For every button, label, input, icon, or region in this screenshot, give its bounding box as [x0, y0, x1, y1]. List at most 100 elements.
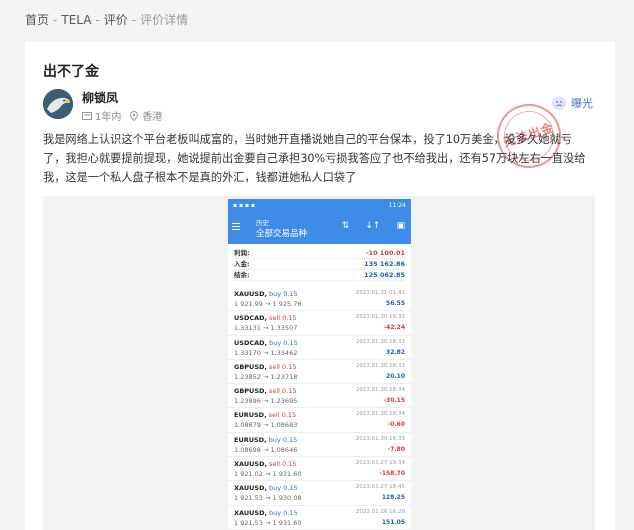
- filter-icon: ⇅: [341, 221, 350, 231]
- trade-prices: 1 921.99 → 1 925.76: [234, 300, 302, 308]
- trade-row: XAUUSD, sell 0.15 1 921.02 → 1 931.60 2023…: [228, 457, 411, 482]
- trade-time: 2023.01.30 16:33: [355, 338, 405, 345]
- trade-lot: 0.15: [283, 338, 298, 347]
- trade-symbol: XAUUSD,: [234, 484, 267, 493]
- trade-prices: 1.08698 → 1.08646: [234, 445, 298, 454]
- post-meta: 1年内 香港: [82, 108, 162, 123]
- summary-row: 利润: -10 100.01: [234, 248, 405, 259]
- trade-time: 2023.01.26 16:26: [355, 508, 405, 515]
- trade-row: XAUUSD, buy 0.15 1 921.99 → 1 925.76 2023.…: [228, 287, 411, 312]
- trade-profit: -7.80: [387, 445, 405, 453]
- trade-prices: 1.08679 → 1.08683: [234, 421, 298, 430]
- avatar[interactable]: [43, 89, 73, 119]
- trade-lot: 0.15: [282, 460, 297, 469]
- trade-prices: 1 921.53 → 1 931.60: [234, 518, 302, 527]
- trade-symbol: XAUUSD,: [234, 290, 267, 298]
- trade-profit: -158.70: [379, 470, 405, 478]
- breadcrumb-home[interactable]: 首页: [25, 13, 49, 27]
- eagle-avatar-icon: [43, 89, 73, 119]
- review-card: 出不了金 柳锁凤 1年内 香港 曝光 无法出金 我是网络上认识这个平台老板叫成富…: [25, 42, 615, 530]
- breadcrumb-current: 评价详情: [140, 13, 189, 27]
- id-card-icon: [82, 111, 92, 120]
- trade-history-screenshot: ▪ ▪ ▪ ▪ 11:24 历史 全部交易品种 ⇅ ↓↑ ▣ 利润: -10 10…: [228, 199, 411, 530]
- breadcrumb-brand[interactable]: TELA: [61, 13, 91, 27]
- breadcrumb-separator: -: [131, 13, 137, 27]
- trade-lot: 0.15: [283, 290, 298, 298]
- breadcrumb-separator: -: [95, 13, 100, 27]
- evidence-image[interactable]: ▪ ▪ ▪ ▪ 11:24 历史 全部交易品种 ⇅ ↓↑ ▣ 利润: -10 10…: [43, 196, 595, 530]
- trade-prices: 1.33170 → 1.33462: [234, 348, 298, 357]
- trade-side: sell: [268, 362, 280, 371]
- breadcrumb: 首页 - TELA - 评价 - 评价详情: [25, 11, 188, 28]
- summary-label: 利润:: [234, 249, 250, 257]
- trade-side: sell: [269, 460, 281, 469]
- trade-lot: 0.15: [283, 508, 298, 517]
- trade-list: XAUUSD, buy 0.15 1 921.99 → 1 925.76 2023.…: [228, 287, 411, 530]
- trade-profit: -42.24: [383, 324, 405, 332]
- trade-prices: 1.23852 → 1.23718: [234, 372, 298, 381]
- trade-profit: 151.05: [381, 518, 405, 526]
- phone-status-bar: ▪ ▪ ▪ ▪ 11:24: [228, 199, 411, 212]
- trade-side: buy: [268, 435, 281, 444]
- trade-lot: 0.15: [282, 362, 297, 371]
- summary-value: 135 162.86: [364, 260, 405, 268]
- trade-profit: 32.82: [386, 348, 405, 356]
- duration-text: 1年内: [95, 112, 122, 123]
- trade-profit: 128.25: [381, 494, 405, 502]
- summary-row: 结余: 125 062.85: [234, 270, 405, 281]
- trade-side: buy: [269, 484, 282, 493]
- trade-row: USDCAD, buy 0.15 1.33170 → 1.33462 2023.01…: [228, 336, 411, 360]
- trade-time: 2023.01.30 16:33: [355, 314, 405, 321]
- trade-symbol: XAUUSD,: [234, 460, 267, 469]
- status-icons: ▪ ▪ ▪ ▪: [233, 202, 255, 209]
- header-subtitle: 历史: [256, 219, 269, 227]
- summary-label: 结余:: [234, 271, 250, 279]
- trade-profit: -30.15: [383, 397, 405, 405]
- app-header: 历史 全部交易品种 ⇅ ↓↑ ▣: [228, 212, 411, 244]
- trade-row: XAUUSD, buy 0.15 1 921.53 → 1 930.08 2023.…: [228, 481, 411, 506]
- trade-row: GBPUSD, sell 0.15 1.23852 → 1.23718 2023.0…: [228, 360, 411, 385]
- trade-side: buy: [269, 338, 282, 347]
- trade-time: 2023.01.27 19:34: [355, 460, 405, 467]
- trade-symbol: USDCAD,: [234, 314, 268, 323]
- header-title: 全部交易品种: [256, 229, 308, 239]
- location-pin-icon: [130, 110, 139, 121]
- trade-time: 2023.01.30 16:34: [355, 411, 405, 418]
- post-content: 我是网络上认识这个平台老板叫成富的，当时她开直播说她自己的平台保本，投了10万美…: [43, 133, 586, 184]
- trade-side: sell: [268, 411, 280, 420]
- summary-row: 入金: 135 162.86: [234, 259, 405, 270]
- trade-row: USDCAD, sell 0.15 1.33131 → 1.33507 2023.0…: [228, 311, 411, 336]
- trade-prices: 1.23896 → 1.23695: [234, 397, 298, 406]
- trade-lot: 0.15: [282, 314, 297, 323]
- trade-time: 2023.01.27 18:45: [355, 484, 405, 491]
- breadcrumb-review[interactable]: 评价: [104, 13, 128, 27]
- exposure-badge[interactable]: 曝光: [552, 95, 593, 111]
- trade-side: buy: [269, 290, 282, 298]
- trade-prices: 1 921.53 → 1 930.08: [234, 494, 302, 503]
- trade-row: XAUUSD, buy 0.15 1 921.53 → 1 931.60 2023.…: [228, 506, 411, 530]
- trade-symbol: EURUSD,: [234, 435, 267, 444]
- trade-side: sell: [268, 387, 280, 396]
- trade-symbol: GBPUSD,: [234, 387, 267, 396]
- summary-value: -10 100.01: [365, 249, 405, 257]
- account-summary: 利润: -10 100.01 入金: 135 162.86 结余: 125 062.85: [228, 244, 411, 283]
- trade-row: EURUSD, sell 0.15 1.08679 → 1.08683 2023.0…: [228, 408, 411, 433]
- trade-row: EURUSD, buy 0.15 1.08698 → 1.08646 2023.01…: [228, 433, 411, 458]
- post-title: 出不了金: [43, 64, 99, 80]
- trade-symbol: XAUUSD,: [234, 508, 267, 517]
- status-time: 11:24: [388, 202, 406, 209]
- trade-lot: 0.15: [282, 435, 298, 444]
- sad-face-icon: [552, 96, 566, 110]
- trade-time: 2023.01.30 16:33: [355, 362, 405, 369]
- author-name[interactable]: 柳锁凤: [82, 89, 118, 106]
- breadcrumb-separator: -: [53, 13, 58, 27]
- trade-profit: 56.55: [386, 300, 405, 307]
- trade-row: GBPUSD, sell 0.15 1.23896 → 1.23695 2023.0…: [228, 384, 411, 409]
- summary-value: 125 062.85: [364, 271, 405, 279]
- trade-symbol: EURUSD,: [234, 411, 267, 420]
- trade-profit: -0.60: [387, 421, 405, 429]
- trade-lot: 0.15: [283, 484, 298, 493]
- trade-profit: 20.10: [386, 372, 405, 380]
- header-actions: ⇅ ↓↑ ▣: [342, 221, 405, 231]
- calendar-icon: ▣: [396, 221, 405, 231]
